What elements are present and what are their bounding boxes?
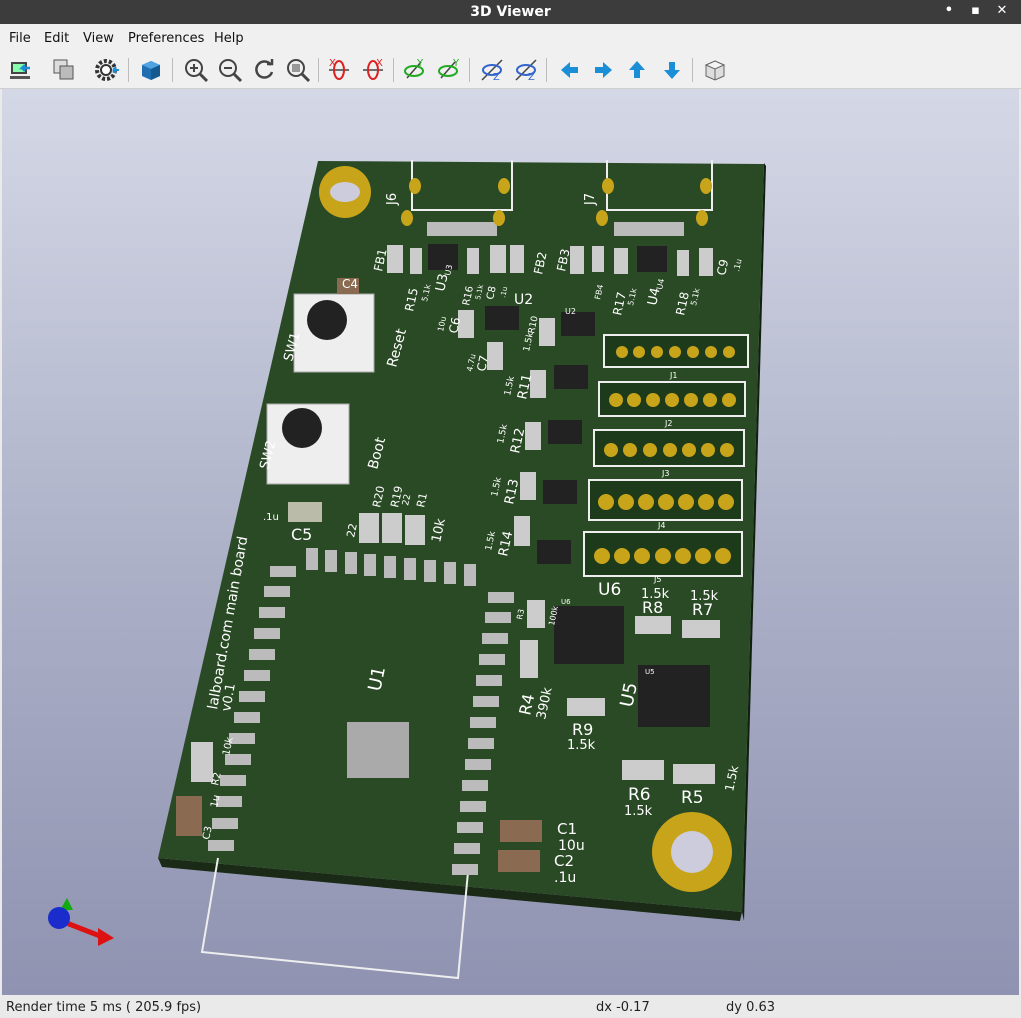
reload-board-icon[interactable]: [8, 56, 36, 84]
silk-j7: J7: [583, 193, 598, 206]
silk-c5: C5: [291, 525, 312, 544]
rotate-z-ccw-icon[interactable]: Z: [512, 56, 540, 84]
svg-text:Y: Y: [452, 58, 460, 69]
dy-readout: dy 0.63: [726, 1000, 776, 1015]
silk-u5-tag: U5: [645, 668, 655, 676]
minimize-button[interactable]: •: [938, 3, 960, 18]
toolbar: X X Y Y Z Z: [0, 52, 1021, 89]
silk-j3: J3: [661, 469, 669, 478]
status-bar: Render time 5 ms ( 205.9 fps) dx -0.17 d…: [0, 996, 1021, 1018]
silk-u2-tag: U2: [565, 307, 576, 316]
axis-indicator-icon: [48, 898, 114, 946]
pan-left-icon[interactable]: [556, 56, 584, 84]
silk-c1: C1: [557, 820, 577, 838]
zoom-out-icon[interactable]: [216, 56, 244, 84]
silk-j5: J5: [653, 575, 661, 584]
svg-text:X: X: [329, 58, 336, 69]
silk-r7-val: 1.5k: [690, 589, 719, 604]
rotate-x-cw-icon[interactable]: X: [325, 56, 353, 84]
pan-down-icon[interactable]: [658, 56, 686, 84]
svg-text:Y: Y: [416, 58, 424, 69]
silk-j6: J6: [385, 193, 400, 206]
svg-text:Z: Z: [528, 72, 535, 83]
silk-c5-val: .1u: [263, 512, 279, 523]
silk-u2: U2: [514, 292, 533, 308]
silk-r9-val: 1.5k: [567, 738, 596, 753]
redraw-icon[interactable]: [250, 56, 278, 84]
render-mode-icon[interactable]: [137, 56, 165, 84]
pan-up-icon[interactable]: [623, 56, 651, 84]
silk-r6-val: 1.5k: [624, 804, 653, 819]
silk-c2-val: .1u: [554, 870, 576, 886]
silk-r9: R9: [572, 720, 593, 739]
silk-r6: R6: [628, 785, 651, 805]
window-title: 3D Viewer: [470, 4, 551, 20]
render-time-text: Render time 5 ms ( 205.9 fps): [6, 1000, 202, 1015]
silk-u6-tag: U6: [561, 598, 571, 606]
rotate-z-cw-icon[interactable]: Z: [478, 56, 506, 84]
dx-readout: dx -0.17: [596, 1000, 650, 1015]
menu-preferences[interactable]: Preferences: [128, 31, 204, 46]
silk-r8-val: 1.5k: [641, 587, 670, 602]
silk-r5: R5: [681, 788, 704, 808]
svg-text:Z: Z: [493, 72, 500, 83]
silk-c4: C4: [342, 277, 358, 291]
ortho-view-icon[interactable]: [701, 56, 729, 84]
rotate-x-ccw-icon[interactable]: X: [359, 56, 387, 84]
copy-image-icon[interactable]: [50, 56, 78, 84]
rotate-y-cw-icon[interactable]: Y: [401, 56, 429, 84]
silk-j1: J1: [669, 371, 677, 380]
viewer-window: 3D Viewer • ▪ ✕ File Edit View Preferenc…: [0, 0, 1021, 1018]
svg-text:X: X: [376, 58, 383, 69]
menu-view[interactable]: View: [83, 31, 114, 46]
settings-icon[interactable]: [93, 56, 121, 84]
rotate-y-ccw-icon[interactable]: Y: [435, 56, 463, 84]
menu-file[interactable]: File: [9, 31, 31, 46]
pan-right-icon[interactable]: [589, 56, 617, 84]
zoom-in-icon[interactable]: [182, 56, 210, 84]
3d-viewport[interactable]: J6 J7 J1 J2 J3 J4 J5 SW1 Reset SW2 Boot …: [2, 89, 1019, 995]
zoom-fit-icon[interactable]: [284, 56, 312, 84]
menu-bar: File Edit View Preferences Help: [0, 24, 1021, 52]
silk-j2: J2: [664, 419, 672, 428]
title-bar: 3D Viewer • ▪ ✕: [0, 0, 1021, 24]
silk-c2: C2: [554, 852, 574, 870]
menu-help[interactable]: Help: [214, 31, 244, 46]
close-button[interactable]: ✕: [991, 3, 1013, 18]
menu-edit[interactable]: Edit: [44, 31, 69, 46]
maximize-button[interactable]: ▪: [964, 3, 986, 18]
silk-j4: J4: [657, 521, 665, 530]
silk-u6: U6: [598, 580, 621, 600]
